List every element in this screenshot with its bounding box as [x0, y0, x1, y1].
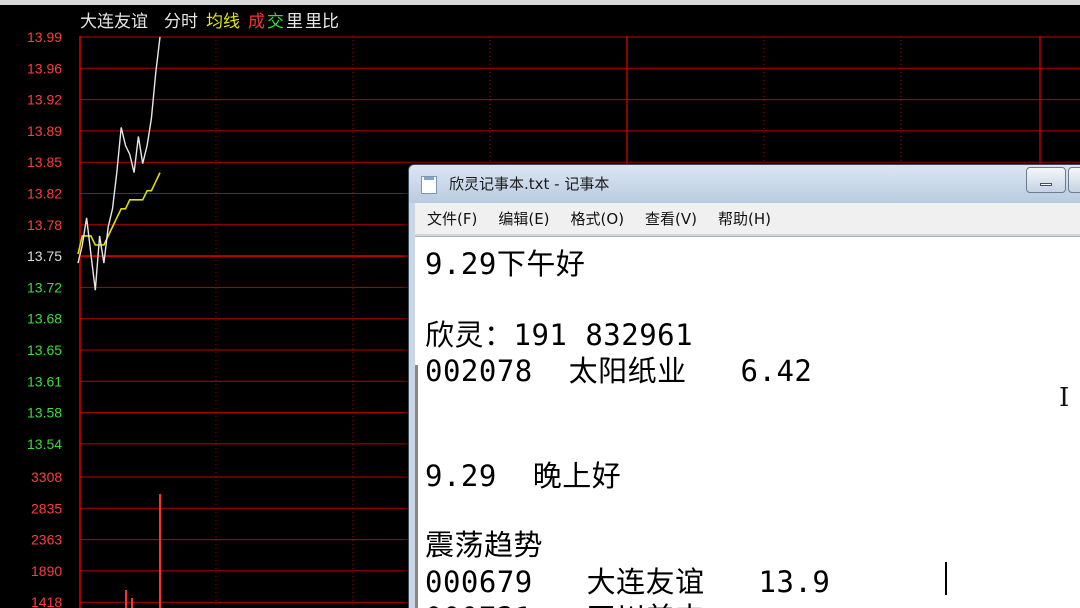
volume-label: 3308 [31, 469, 62, 485]
top-bar [0, 0, 1080, 5]
price-label: 13.78 [27, 217, 62, 233]
notepad-icon [421, 176, 437, 194]
price-label: 13.89 [27, 123, 62, 139]
menu-edit[interactable]: 编辑(E) [498, 208, 549, 229]
price-label: 13.72 [27, 279, 62, 295]
price-label: 13.82 [27, 186, 62, 202]
menu-help[interactable]: 帮助(H) [718, 208, 771, 229]
text-line-4: 002078 太阳纸业 6.42 [425, 354, 813, 388]
minimize-button[interactable] [1026, 167, 1066, 193]
chart-tab[interactable]: 均线 [206, 12, 240, 32]
price-label: 13.61 [27, 373, 62, 389]
text-edit-area[interactable]: 9.29下午好 欣灵：191 832961 002078 太阳纸业 6.42 9… [415, 236, 1080, 608]
window-title: 欣灵记事本.txt - 记事本 [449, 175, 610, 193]
chart-tab[interactable]: 分时 [164, 12, 198, 32]
chart-tab[interactable]: 成 [248, 12, 265, 32]
chart-header: 大连友谊 分时 均线成交里里比 [80, 12, 339, 32]
chart-tab[interactable]: 交 [267, 12, 284, 32]
price-label: 13.54 [27, 436, 62, 452]
price-label: 13.75 [27, 248, 62, 264]
stock-name: 大连友谊 [80, 12, 148, 32]
volume-label: 1890 [31, 563, 62, 579]
price-label: 13.92 [27, 92, 62, 108]
price-label: 13.68 [27, 311, 62, 327]
price-label: 13.65 [27, 342, 62, 358]
menu-file[interactable]: 文件(F) [427, 208, 477, 229]
maximize-button[interactable] [1068, 167, 1080, 193]
chart-tab[interactable]: 里 [286, 12, 303, 32]
chart-tab[interactable]: 里比 [305, 12, 339, 32]
menu-view[interactable]: 查看(V) [645, 208, 697, 229]
text-line-7: 9.29 晚上好 [425, 459, 622, 493]
text-caret [945, 562, 947, 595]
text-line-9: 震荡趋势 [425, 528, 544, 562]
price-label: 13.85 [27, 154, 62, 170]
menu-format[interactable]: 格式(O) [571, 208, 625, 229]
price-label: 13.99 [27, 29, 62, 45]
price-label: 13.58 [27, 405, 62, 421]
left-border [415, 365, 418, 608]
text-line-11: 000721 四川美丰 [425, 595, 705, 608]
minimize-icon [1040, 183, 1052, 186]
notepad-window[interactable]: 欣灵记事本.txt - 记事本 文件(F) 编辑(E) 格式(O) 查看(V) … [408, 164, 1080, 608]
price-label: 13.96 [27, 60, 62, 76]
volume-label: 1418 [31, 594, 62, 608]
window-titlebar[interactable]: 欣灵记事本.txt - 记事本 [409, 165, 1080, 203]
volume-label: 2363 [31, 532, 62, 548]
menu-bar: 文件(F) 编辑(E) 格式(O) 查看(V) 帮助(H) [415, 203, 1080, 235]
ibeam-cursor-icon: I [1059, 383, 1070, 413]
text-line-1: 9.29下午好 [425, 247, 586, 281]
volume-label: 2835 [31, 500, 62, 516]
chart-tabs: 分时 均线成交里里比 [164, 12, 339, 32]
